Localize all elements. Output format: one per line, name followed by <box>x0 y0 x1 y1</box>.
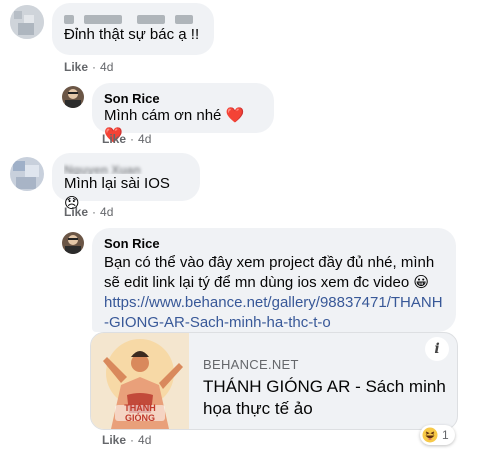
comment-timestamp[interactable]: 4d <box>138 132 151 146</box>
avatar-commenter-3[interactable] <box>10 157 44 191</box>
blurred-author-name[interactable] <box>64 11 202 25</box>
comment-actions-1: Like · 4d <box>64 60 114 74</box>
comment-actions-3: Like · 4d <box>64 205 114 219</box>
blurred-avatar-icon <box>10 5 44 39</box>
comment-actions-2: Like · 4d <box>102 132 152 146</box>
comment-timestamp[interactable]: 4d <box>100 205 113 219</box>
like-button[interactable]: Like <box>64 60 88 74</box>
comment-bubble-2: Son Rice Mình cám ơn nhé ❤️ ❤️ <box>92 83 274 144</box>
comment-text: Đỉnh thật sự bác ạ !! <box>64 26 200 43</box>
haha-emoji-icon <box>422 427 438 443</box>
avatar-son-rice[interactable] <box>62 86 84 108</box>
reaction-summary[interactable]: 1 <box>420 425 455 445</box>
link-domain: BEHANCE.NET <box>203 357 299 372</box>
profile-photo-icon <box>62 232 84 254</box>
link-preview-card[interactable]: THÁNH GIÓNG BEHANCE.NET THÁNH GIÓNG AR -… <box>90 332 458 430</box>
comment-timestamp[interactable]: 4d <box>100 60 113 74</box>
comment-text: Bạn có thể vào đây xem project đầy đủ nh… <box>104 254 435 291</box>
comment-bubble-4: Son Rice Bạn có thể vào đây xem project … <box>92 228 456 332</box>
avatar-commenter-1[interactable] <box>10 5 44 39</box>
comment-author[interactable]: Son Rice <box>104 236 444 251</box>
comment-actions-4: Like · 4d <box>102 433 152 447</box>
blurred-author-name[interactable]: Nguyen Xuan <box>64 161 188 174</box>
avatar-son-rice[interactable] <box>62 232 84 254</box>
link-title[interactable]: THÁNH GIÓNG AR - Sách minh họa thực tế ả… <box>203 376 453 420</box>
info-icon[interactable]: i <box>425 337 449 361</box>
link-preview-image[interactable]: THÁNH GIÓNG <box>91 333 189 429</box>
image-caption: THÁNH GIÓNG <box>124 403 156 423</box>
comment-timestamp[interactable]: 4d <box>138 433 151 447</box>
comment-author[interactable]: Son Rice <box>104 91 262 106</box>
like-button[interactable]: Like <box>102 132 126 146</box>
like-button[interactable]: Like <box>64 205 88 219</box>
profile-photo-icon <box>62 86 84 108</box>
blurred-avatar-icon <box>10 157 44 191</box>
comment-link[interactable]: https://www.behance.net/gallery/98837471… <box>104 293 444 333</box>
like-button[interactable]: Like <box>102 433 126 447</box>
reaction-count: 1 <box>442 428 449 442</box>
comment-bubble-3: Nguyen Xuan Mình lại sài IOS 😞 <box>52 153 200 212</box>
comment-bubble-1: Đỉnh thật sự bác ạ !! <box>52 3 214 55</box>
